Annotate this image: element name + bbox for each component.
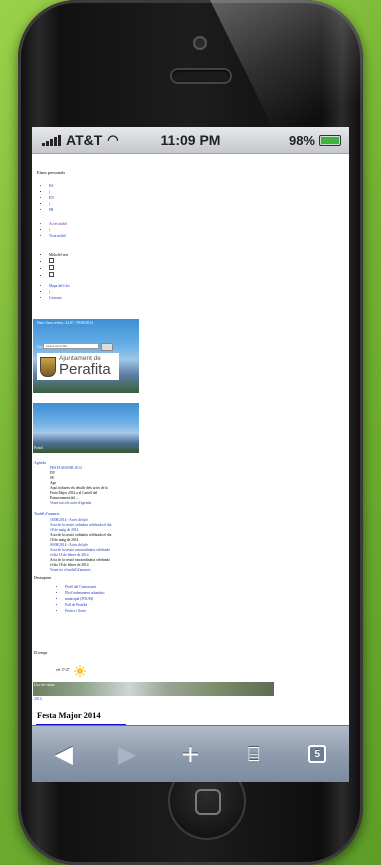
signal-bars-icon xyxy=(42,134,61,146)
featured-title: Destaquem xyxy=(34,576,52,580)
mobile-view-link[interactable]: Vista mòbil xyxy=(49,233,67,239)
web-content: Eines personals ES | EN | FR Accés mòbil… xyxy=(32,154,349,726)
search-button[interactable] xyxy=(101,343,113,351)
weather-temp: cel 17-27 xyxy=(56,668,70,672)
access-mobile-link[interactable]: Accés mòbil xyxy=(49,221,67,227)
featured-list: Perfil del Contractant Pla d'ordenament … xyxy=(52,584,105,614)
featured-item[interactable]: Pessics i lleres xyxy=(65,608,105,614)
safari-toolbar: ◀ ▶ + ⌸ 5 xyxy=(32,725,349,782)
home-square-icon xyxy=(195,789,221,815)
board-title[interactable]: Taulell d'anuncis xyxy=(34,512,60,516)
village-photo[interactable]: Lloc de visitar xyxy=(33,682,274,696)
sitemap-link[interactable]: Mapa del Lloc xyxy=(49,283,70,289)
festa-heading: Festa Major 2014 xyxy=(37,710,101,720)
phone-screen: AT&T ◠ 11:09 PM 98% Eines personals ES |… xyxy=(32,127,349,782)
sun-icon xyxy=(74,665,86,677)
carrier-group: AT&T ◠ xyxy=(42,132,119,148)
agenda-block: FESTA MAJOR 2014 DV 08 Ago Aquí trobareu… xyxy=(50,466,108,506)
earpiece-speaker xyxy=(172,70,230,82)
text-size-list: Mida del text xyxy=(36,252,68,279)
lang-list: ES | EN | FR xyxy=(36,183,54,213)
battery-icon xyxy=(319,134,341,146)
search-input[interactable]: Cerca en el lloc xyxy=(43,343,99,349)
tabs-button[interactable]: 5 xyxy=(297,734,337,774)
back-arrow-icon[interactable]: ◀ xyxy=(44,734,84,774)
status-bar: AT&T ◠ 11:09 PM 98% xyxy=(32,127,349,154)
logo-big-text: Perafita xyxy=(59,361,111,379)
photo-caption: Lloc de visitar xyxy=(34,683,55,687)
plus-icon[interactable]: + xyxy=(170,734,210,774)
book-icon[interactable]: ⌸ xyxy=(234,734,274,774)
update-info: Data i hora refresc: 22:07 / 09/08/2014 xyxy=(37,321,93,325)
text-size-small[interactable] xyxy=(49,258,68,265)
header-banner: Data i hora refresc: 22:07 / 09/08/2014 … xyxy=(33,319,139,393)
battery-percent: 98% xyxy=(288,132,315,148)
access-list: Accés mòbil | Vista mòbil xyxy=(36,221,67,239)
board-block: 18/08/2014 - Actes del ple Acta de la se… xyxy=(50,518,111,573)
text-size-large[interactable] xyxy=(49,272,68,279)
text-size-medium[interactable] xyxy=(49,265,68,272)
lang-link-fr[interactable]: FR xyxy=(49,207,54,213)
photo-year: 2014 xyxy=(34,697,42,701)
mountain-banner: Portal xyxy=(33,403,139,453)
site-links: Mapa del Lloc | Contacte xyxy=(36,283,70,301)
agenda-all-link[interactable]: Veure tots els actes d'agenda xyxy=(50,501,108,506)
forward-arrow-icon[interactable]: ▶ xyxy=(107,734,147,774)
wifi-icon: ◠ xyxy=(107,132,119,147)
battery-group: 98% xyxy=(289,133,341,148)
contact-link[interactable]: Contacte xyxy=(49,295,70,301)
page-title: Eines personals xyxy=(37,170,66,175)
carrier-label: AT&T xyxy=(66,132,103,148)
board-all-link[interactable]: Veure tot el taulell d'anuncis xyxy=(50,568,111,573)
banner-caption: Portal xyxy=(34,446,43,450)
coat-of-arms-icon xyxy=(40,356,56,377)
weather-title: El temps xyxy=(34,651,48,655)
perafita-logo[interactable]: Ajuntament de Perafita xyxy=(37,353,119,380)
tabs-count: 5 xyxy=(308,745,327,763)
front-camera xyxy=(195,38,205,48)
agenda-title[interactable]: Agenda xyxy=(34,461,46,465)
